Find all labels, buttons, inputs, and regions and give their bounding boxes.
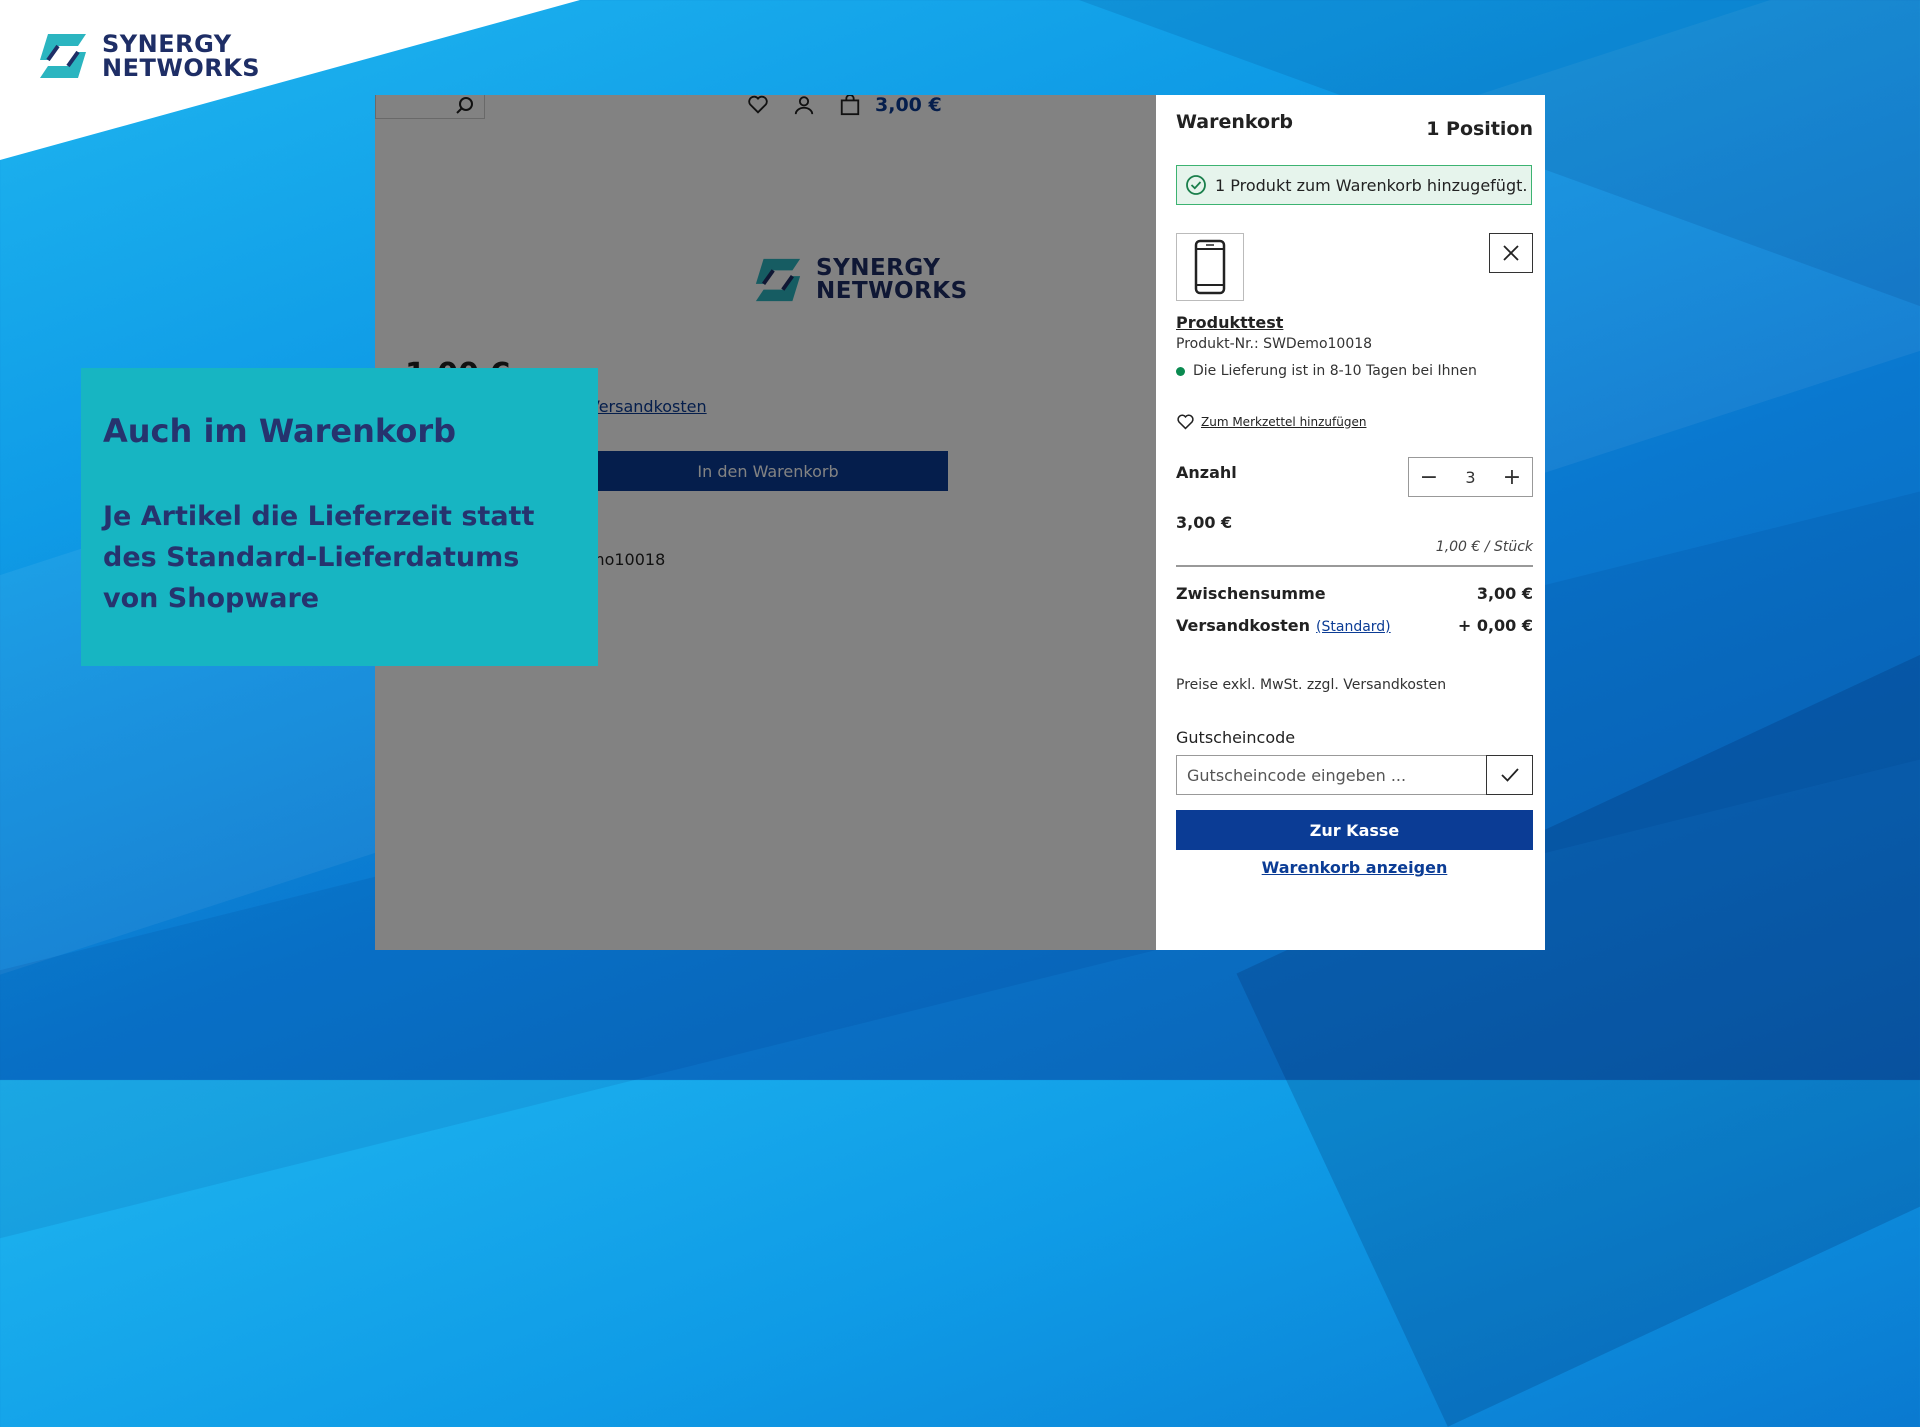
product-thumbnail[interactable] xyxy=(1176,233,1244,301)
subtotal-value: 3,00 € xyxy=(1476,584,1533,603)
wishlist-label: Zum Merkzettel hinzufügen xyxy=(1201,414,1367,429)
line-total-price: 3,00 € xyxy=(1176,513,1233,532)
voucher-label: Gutscheincode xyxy=(1176,728,1296,747)
brand-line1: SYNERGY xyxy=(102,29,232,58)
shipping-value: + 0,00 € xyxy=(1457,616,1533,635)
show-cart-link[interactable]: Warenkorb anzeigen xyxy=(1176,858,1533,877)
quantity-label: Anzahl xyxy=(1176,463,1237,482)
callout-text: Je Artikel die Lieferzeit statt des Stan… xyxy=(103,501,535,614)
product-name-link[interactable]: Produkttest xyxy=(1176,313,1283,332)
heart-icon xyxy=(1177,414,1194,430)
subtotal-row: Zwischensumme 3,00 € xyxy=(1176,584,1533,603)
check-circle-icon xyxy=(1186,175,1206,195)
voucher-submit-button[interactable] xyxy=(1486,755,1533,795)
vat-note: Preise exkl. MwSt. zzgl. Versandkosten xyxy=(1176,677,1447,693)
quantity-value[interactable]: 3 xyxy=(1465,468,1475,487)
voucher-form xyxy=(1176,755,1533,795)
callout-box: Auch im Warenkorb Je Artikel die Lieferz… xyxy=(81,368,598,666)
brand-logo: SYNERGY NETWORKS xyxy=(34,30,260,82)
decrease-quantity-button[interactable]: − xyxy=(1409,458,1449,496)
delivery-info: Die Lieferung ist in 8-10 Tagen bei Ihne… xyxy=(1176,363,1477,379)
unit-price: 1,00 € / Stück xyxy=(1435,539,1533,555)
synergy-logo-icon xyxy=(40,34,86,78)
callout-heading: Auch im Warenkorb xyxy=(103,412,456,450)
smartphone-icon xyxy=(1194,239,1226,295)
checkout-button[interactable]: Zur Kasse xyxy=(1176,810,1533,850)
success-alert: 1 Produkt zum Warenkorb hinzugefügt. xyxy=(1176,165,1532,205)
shipping-row: Versandkosten (Standard) + 0,00 € xyxy=(1176,616,1533,635)
checkmark-icon xyxy=(1500,768,1519,782)
quantity-stepper[interactable]: − 3 + xyxy=(1408,457,1533,497)
shipping-label: Versandkosten xyxy=(1176,616,1311,635)
shipping-method-link[interactable]: (Standard) xyxy=(1316,619,1391,635)
brand-line2: NETWORKS xyxy=(102,54,261,82)
subtotal-label: Zwischensumme xyxy=(1176,584,1326,603)
divider xyxy=(1176,565,1533,567)
increase-quantity-button[interactable]: + xyxy=(1492,458,1532,496)
alert-text: 1 Produkt zum Warenkorb hinzugefügt. xyxy=(1215,175,1528,195)
add-to-wishlist-link[interactable]: Zum Merkzettel hinzufügen xyxy=(1176,413,1366,430)
cart-title: Warenkorb xyxy=(1176,111,1294,133)
offcanvas-cart: Warenkorb 1 Position 1 Produkt zum Waren… xyxy=(1156,95,1545,950)
close-icon xyxy=(1503,245,1519,261)
product-number: Produkt-Nr.: SWDemo10018 xyxy=(1176,336,1373,352)
cart-position-count: 1 Position xyxy=(1426,118,1533,140)
delivery-text: Die Lieferung ist in 8-10 Tagen bei Ihne… xyxy=(1193,363,1477,379)
delivery-status-dot xyxy=(1176,366,1185,376)
remove-item-button[interactable] xyxy=(1489,233,1533,273)
voucher-input[interactable] xyxy=(1176,755,1486,795)
